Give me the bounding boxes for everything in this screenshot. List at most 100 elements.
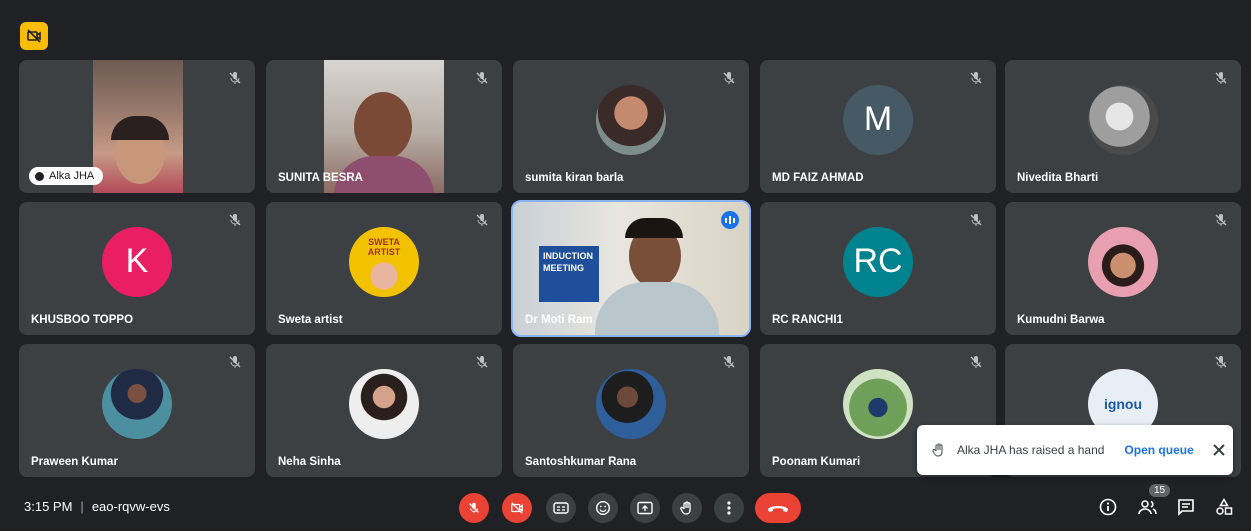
mic-off-icon: [1215, 356, 1227, 368]
activities-icon: [1216, 498, 1233, 515]
camera-off-icon: [511, 502, 523, 514]
info-icon: [1099, 498, 1117, 516]
more-options-button[interactable]: [714, 493, 744, 523]
participant-tile[interactable]: M MD FAIZ AHMAD: [760, 60, 996, 193]
hidden-tiles-badge[interactable]: [20, 22, 48, 50]
participant-name: Praween Kumar: [31, 456, 118, 468]
avatar: SWETA ARTIST: [349, 226, 419, 297]
mic-off-icon: [970, 72, 982, 84]
name-chip: Alka JHA: [29, 167, 104, 185]
participant-name: Neha Sinha: [278, 456, 341, 468]
camera-off-icon: [27, 29, 41, 43]
camera-toggle-button[interactable]: [502, 493, 532, 523]
meeting-info-button[interactable]: [1096, 495, 1120, 519]
leave-call-button[interactable]: [755, 493, 801, 523]
avatar: [102, 368, 172, 439]
end-call-icon: [768, 506, 788, 512]
participant-name: Alka JHA: [49, 170, 95, 182]
mic-off-icon: [970, 356, 982, 368]
emoji-icon: [595, 500, 611, 516]
captions-icon: [553, 502, 569, 514]
participant-name: KHUSBOO TOPPO: [31, 314, 134, 326]
banner: INDUCTION MEETING: [539, 246, 599, 302]
participant-tile[interactable]: Alka JHA: [19, 60, 255, 193]
participant-tile[interactable]: K KHUSBOO TOPPO: [19, 202, 255, 335]
raise-hand-icon: [680, 501, 691, 515]
participant-grid: Alka JHA SUNITA BESRA sumita kiran barla…: [19, 60, 1241, 477]
raise-hand-button[interactable]: [672, 493, 702, 523]
person-clothing: [595, 282, 719, 335]
avatar: [349, 368, 419, 439]
people-icon: [1138, 500, 1157, 515]
people-button[interactable]: [1136, 495, 1160, 519]
mic-off-icon: [469, 502, 479, 514]
participant-name: Poonam Kumari: [772, 456, 861, 468]
mic-off-icon: [476, 214, 488, 226]
notification-message: Alka JHA has raised a hand: [957, 443, 1105, 457]
chat-button[interactable]: [1174, 495, 1198, 519]
present-icon: [637, 501, 653, 515]
avatar: K: [102, 226, 172, 297]
avatar: [596, 84, 666, 155]
raise-hand-icon: [932, 443, 943, 457]
avatar: [596, 368, 666, 439]
avatar: [1088, 226, 1158, 297]
meeting-code: eao-rqvw-evs: [91, 499, 170, 514]
avatar: M: [843, 84, 913, 155]
avatar-text: SWETA ARTIST: [367, 236, 401, 257]
separator: |: [80, 499, 84, 514]
participant-tile[interactable]: Neha Sinha: [266, 344, 502, 477]
mic-off-icon: [476, 356, 488, 368]
mic-off-icon: [723, 356, 735, 368]
speaking-indicator-icon: [721, 211, 739, 229]
avatar: RC: [843, 226, 913, 297]
mic-off-icon: [1215, 72, 1227, 84]
mic-off-icon: [229, 214, 241, 226]
activities-button[interactable]: [1212, 495, 1236, 519]
captions-button[interactable]: [546, 493, 576, 523]
participant-name: Kumudni Barwa: [1017, 314, 1105, 326]
person-hair: [111, 116, 169, 140]
participant-tile[interactable]: RC RC RANCHI1: [760, 202, 996, 335]
mic-off-icon: [476, 72, 488, 84]
mic-off-icon: [723, 72, 735, 84]
mic-toggle-button[interactable]: [459, 493, 489, 523]
avatar: [843, 368, 913, 439]
person-icon: [35, 171, 44, 181]
present-screen-button[interactable]: [630, 493, 660, 523]
participant-tile[interactable]: SUNITA BESRA: [266, 60, 502, 193]
reactions-button[interactable]: [588, 493, 618, 523]
meeting-details: 3:15 PM | eao-rqvw-evs: [24, 499, 170, 514]
mic-off-icon: [229, 72, 241, 84]
open-queue-button[interactable]: Open queue: [1124, 443, 1193, 457]
participant-name: RC RANCHI1: [772, 314, 843, 326]
bottom-toolbar: 3:15 PM | eao-rqvw-evs: [0, 485, 1251, 531]
participant-name: Sweta artist: [278, 314, 343, 326]
participant-tile[interactable]: Nivedita Bharti: [1005, 60, 1241, 193]
current-time: 3:15 PM: [24, 499, 73, 514]
person-face: [354, 92, 412, 160]
close-icon[interactable]: [1212, 443, 1226, 457]
raised-hand-notification: Alka JHA has raised a hand Open queue: [917, 425, 1233, 475]
participant-tile[interactable]: sumita kiran barla: [513, 60, 749, 193]
participant-tile[interactable]: Santoshkumar Rana: [513, 344, 749, 477]
participant-count-badge: 15: [1149, 484, 1171, 497]
mic-off-icon: [970, 214, 982, 226]
mic-off-icon: [1215, 214, 1227, 226]
participant-name: MD FAIZ AHMAD: [772, 172, 864, 184]
more-icon: [727, 501, 731, 515]
person-hair: [625, 218, 683, 238]
avatar: [1088, 84, 1158, 155]
mic-off-icon: [229, 356, 241, 368]
participant-name: sumita kiran barla: [525, 172, 624, 184]
camera-feed: [93, 60, 183, 193]
chat-icon: [1178, 499, 1194, 516]
participant-tile[interactable]: Praween Kumar: [19, 344, 255, 477]
avatar-text: ignou: [1103, 395, 1143, 412]
participant-tile-speaking[interactable]: INDUCTION MEETING Dr Moti Ram: [511, 200, 751, 337]
participant-tile[interactable]: Kumudni Barwa: [1005, 202, 1241, 335]
participant-tile[interactable]: SWETA ARTIST Sweta artist: [266, 202, 502, 335]
participant-name: Santoshkumar Rana: [525, 456, 637, 468]
participant-name: Nivedita Bharti: [1017, 172, 1099, 184]
participant-name: Dr Moti Ram: [525, 314, 593, 326]
